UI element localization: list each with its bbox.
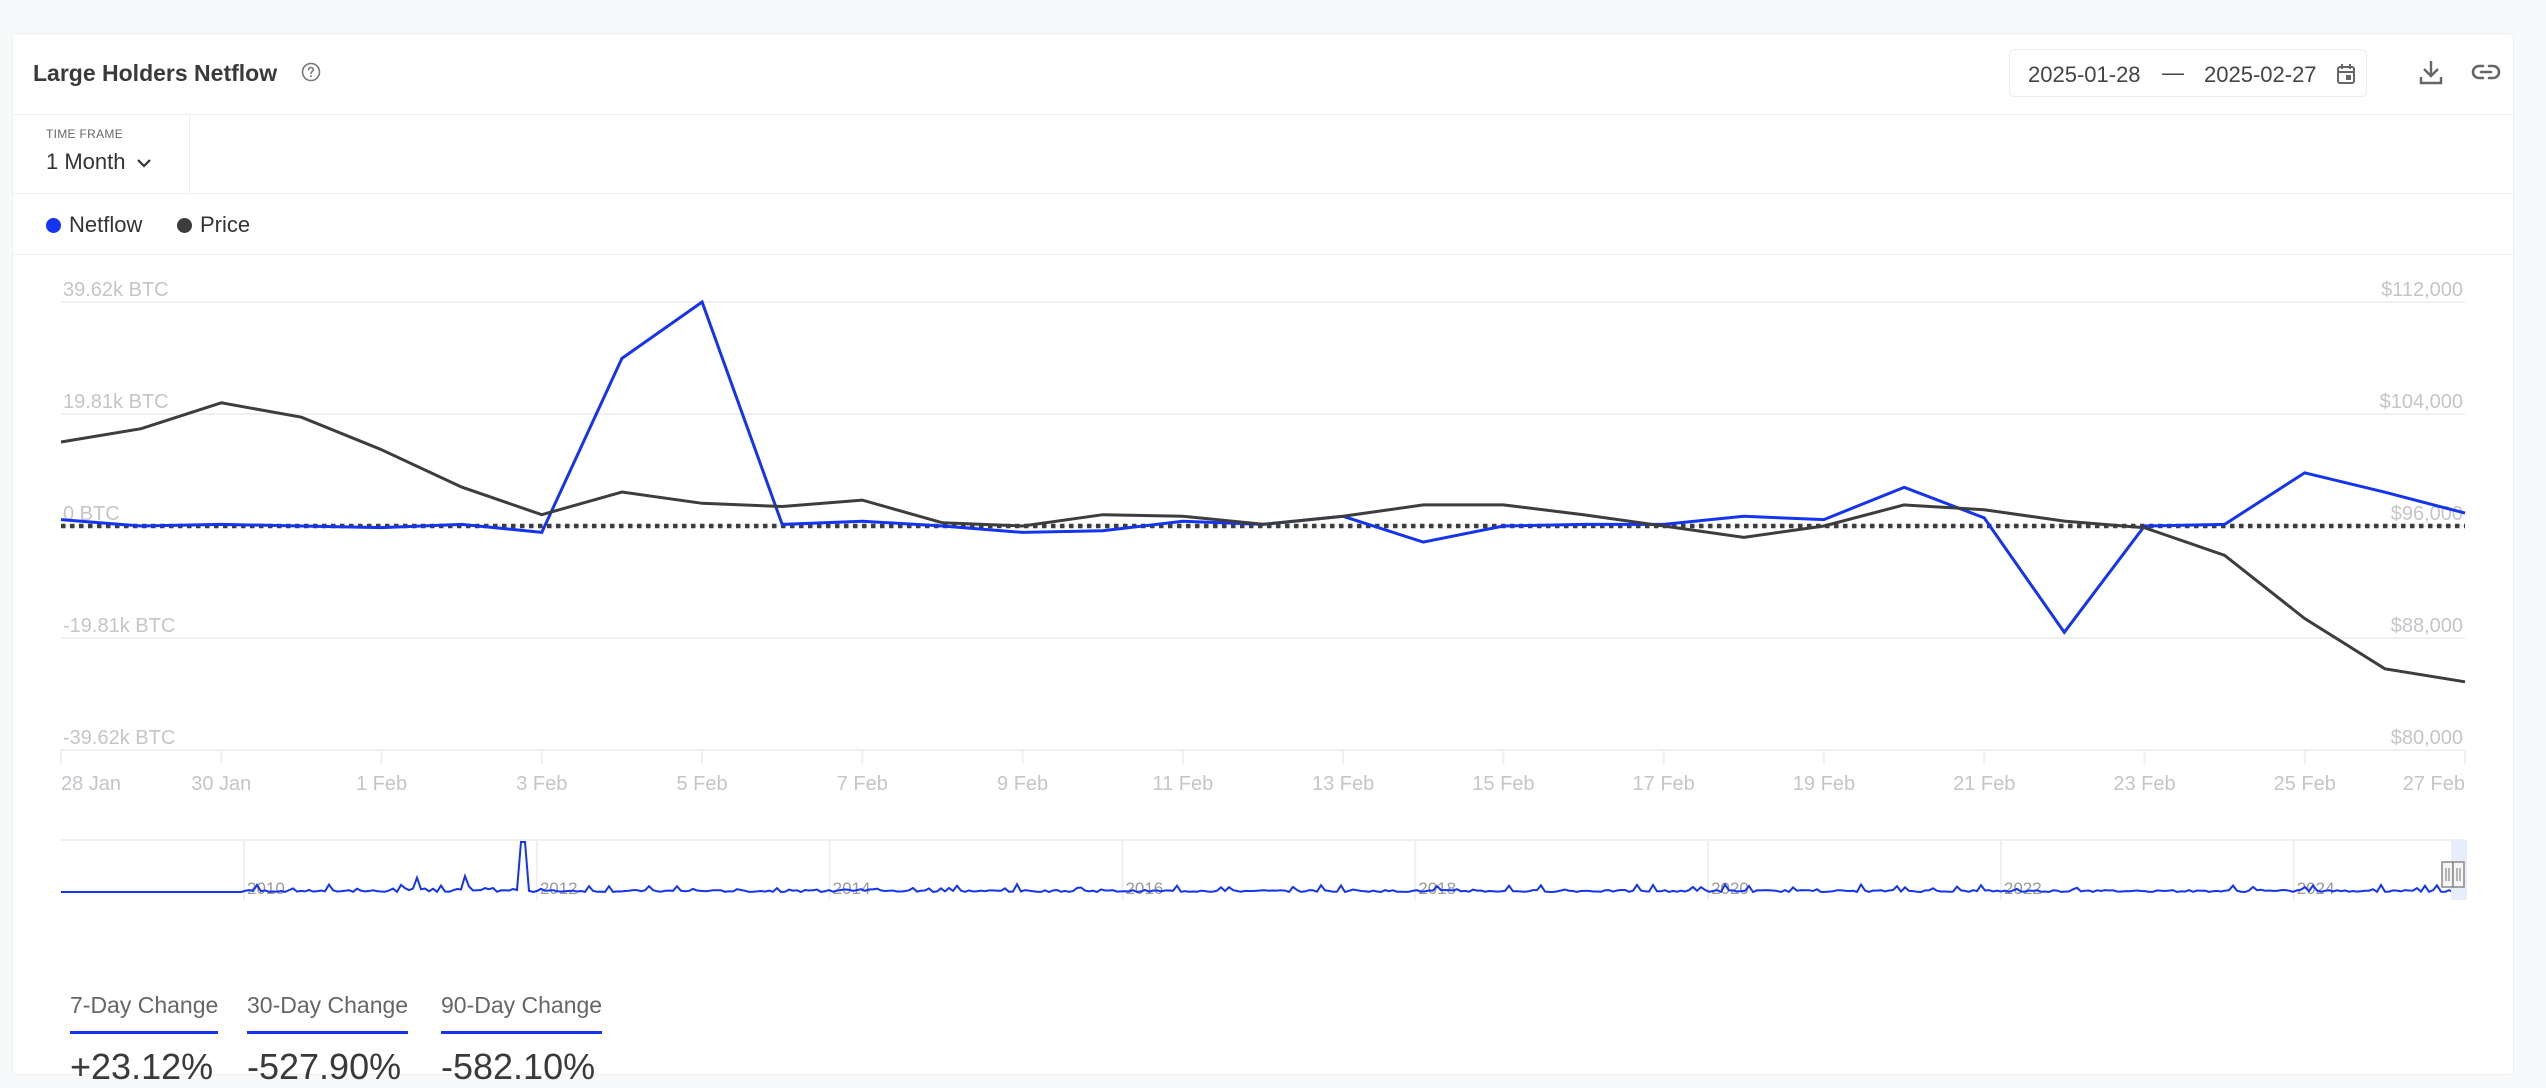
netflow-chart[interactable]: 39.62k BTC $112,00019.81k BTC $104,0000 BT… <box>13 34 2513 1074</box>
x-tick-label: 1 Feb <box>356 773 407 795</box>
navigator-year-label: 2020 <box>1711 879 1749 898</box>
stat-value: -527.90% <box>247 1046 402 1087</box>
x-tick-label: 28 Jan <box>61 773 121 795</box>
stat-label: 30-Day Change <box>247 992 409 1034</box>
stat-90-day[interactable]: 90-Day Change -582.10% <box>441 992 603 1088</box>
navigator-year-label: 2018 <box>1418 879 1456 898</box>
x-tick-label: 19 Feb <box>1793 773 1855 795</box>
y-right-tick-label: $104,000 <box>2380 391 2463 413</box>
navigator-year-label: 2010 <box>247 879 285 898</box>
y-left-tick-label: 19.81k BTC <box>63 391 169 413</box>
x-tick-label: 21 Feb <box>1953 773 2015 795</box>
y-right-tick-label: $80,000 <box>2391 727 2463 749</box>
x-tick-label: 13 Feb <box>1312 773 1374 795</box>
y-right-tick-label: $112,000 <box>2381 279 2463 301</box>
netflow-card: Large Holders Netflow 2025-01-28 — 2025-… <box>12 33 2514 1087</box>
x-tick-label: 30 Jan <box>191 773 251 795</box>
y-right-tick-label: $96,000 <box>2391 503 2463 525</box>
x-tick-label: 23 Feb <box>2113 773 2175 795</box>
stat-label: 90-Day Change <box>441 992 603 1034</box>
x-tick-label: 7 Feb <box>837 773 888 795</box>
stat-7-day[interactable]: 7-Day Change +23.12% <box>70 992 219 1088</box>
x-tick-label: 17 Feb <box>1633 773 1695 795</box>
series-line-price[interactable] <box>60 401 2466 684</box>
navigator-year-label: 2022 <box>2004 879 2042 898</box>
x-tick-label: 15 Feb <box>1472 773 1534 795</box>
navigator-year-label: 2014 <box>833 879 871 898</box>
y-left-tick-label: -39.62k BTC <box>63 727 175 749</box>
stat-value: -582.10% <box>441 1046 596 1087</box>
y-right-tick-label: $88,000 <box>2391 615 2463 637</box>
y-left-tick-label: -19.81k BTC <box>63 615 175 637</box>
x-tick-label: 11 Feb <box>1152 773 1213 795</box>
x-tick-label: 3 Feb <box>516 773 567 795</box>
x-tick-label: 25 Feb <box>2274 773 2336 795</box>
navigator-series-line <box>61 841 2466 894</box>
stat-value: +23.12% <box>70 1046 214 1087</box>
navigator-handle-right[interactable] <box>2452 861 2465 888</box>
y-left-tick-label: 39.62k BTC <box>63 279 169 301</box>
stat-label: 7-Day Change <box>70 992 219 1034</box>
navigator-year-label: 2016 <box>1125 879 1163 898</box>
navigator-year-label: 2012 <box>540 879 578 898</box>
x-tick-label: 9 Feb <box>997 773 1048 795</box>
navigator-handle-left[interactable] <box>2441 861 2454 888</box>
x-tick-label: 5 Feb <box>676 773 727 795</box>
stat-30-day[interactable]: 30-Day Change -527.90% <box>247 992 409 1088</box>
x-tick-label: 27 Feb <box>2403 773 2465 795</box>
